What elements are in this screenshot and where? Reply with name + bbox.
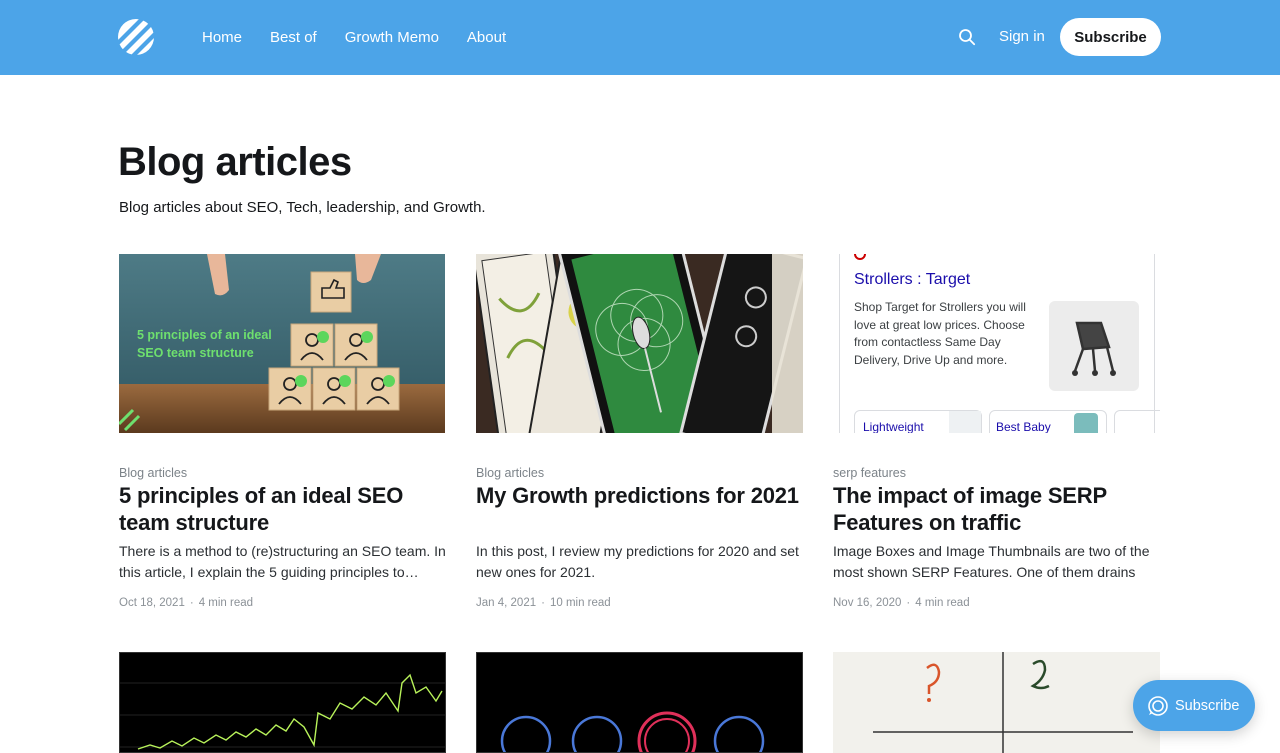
page-description: Blog articles about SEO, Tech, leadershi… — [119, 199, 486, 216]
serp-chip-label: Lightweight — [863, 420, 924, 433]
sign-in-link[interactable]: Sign in — [999, 28, 1045, 45]
post-title[interactable]: The impact of image SERP Features on tra… — [833, 482, 1160, 536]
page-title: Blog articles — [118, 140, 352, 184]
serp-chip-thumb — [949, 411, 981, 433]
post-tag[interactable]: Blog articles — [476, 466, 544, 480]
meta-separator: · — [189, 597, 194, 609]
nav-best-of[interactable]: Best of — [270, 29, 317, 46]
post-image-whiteboard[interactable] — [833, 652, 1160, 753]
serp-chip-label: Best Baby — [996, 420, 1051, 433]
serp-chip-thumb — [1074, 413, 1098, 433]
post-read-time: 10 min read — [549, 597, 611, 609]
nav-about[interactable]: About — [467, 29, 506, 46]
post-tag[interactable]: Blog articles — [119, 466, 187, 480]
search-icon[interactable] — [958, 28, 976, 46]
main-nav: Home Best of Growth Memo About — [202, 0, 534, 75]
post-date: Nov 16, 2020 — [833, 597, 902, 609]
post-excerpt: There is a method to (re)structuring an … — [119, 543, 446, 580]
nav-growth-memo[interactable]: Growth Memo — [345, 29, 439, 46]
post-excerpt: Image Boxes and Image Thumbnails are two… — [833, 543, 1150, 580]
post-meta: Oct 18, 2021 · 4 min read — [119, 597, 253, 609]
site-logo[interactable] — [118, 19, 154, 55]
post-title[interactable]: My Growth predictions for 2021 — [476, 482, 803, 509]
post-tag[interactable]: serp features — [833, 466, 906, 480]
site-header: Home Best of Growth Memo About Sign in S… — [0, 0, 1280, 75]
svg-text:SEO team structure: SEO team structure — [137, 346, 254, 360]
post-excerpt: In this post, I review my predictions fo… — [476, 543, 799, 580]
serp-thumbnail — [1049, 301, 1139, 391]
post-read-time: 4 min read — [915, 597, 970, 609]
floating-subscribe-label: Subscribe — [1175, 697, 1240, 714]
meta-separator: · — [541, 597, 545, 609]
post-image-circles[interactable] — [476, 652, 803, 753]
meta-separator: · — [906, 597, 911, 609]
post-meta: Nov 16, 2020 · 4 min read — [833, 597, 970, 609]
serp-heading: Strollers : Target — [854, 271, 971, 288]
subscribe-button[interactable]: Subscribe — [1060, 18, 1161, 56]
post-meta: Jan 4, 2021 · 10 min read — [476, 597, 611, 609]
post-read-time: 4 min read — [198, 597, 254, 609]
post-date: Oct 18, 2021 — [119, 597, 185, 609]
post-date: Jan 4, 2021 — [476, 597, 537, 609]
post-image-serp[interactable]: Strollers : Target Shop Target for Strol… — [833, 254, 1160, 433]
post-title[interactable]: 5 principles of an ideal SEO team struct… — [119, 482, 446, 536]
post-image-tarot-cards[interactable] — [476, 254, 803, 433]
subscribe-icon — [1148, 695, 1168, 716]
serp-chip: Best Baby — [989, 410, 1107, 433]
serp-body: Shop Target for Strollers you will love … — [854, 300, 1026, 367]
floating-subscribe-button[interactable]: Subscribe — [1133, 680, 1255, 731]
svg-text:5 principles of an ideal: 5 principles of an ideal — [137, 328, 272, 342]
post-image-stock-chart[interactable] — [119, 652, 446, 753]
nav-home[interactable]: Home — [202, 29, 242, 46]
serp-chip — [1114, 410, 1160, 433]
serp-chip: Lightweight — [854, 410, 982, 433]
post-image-team-structure[interactable]: 5 principles of an ideal SEO team struct… — [119, 254, 446, 433]
